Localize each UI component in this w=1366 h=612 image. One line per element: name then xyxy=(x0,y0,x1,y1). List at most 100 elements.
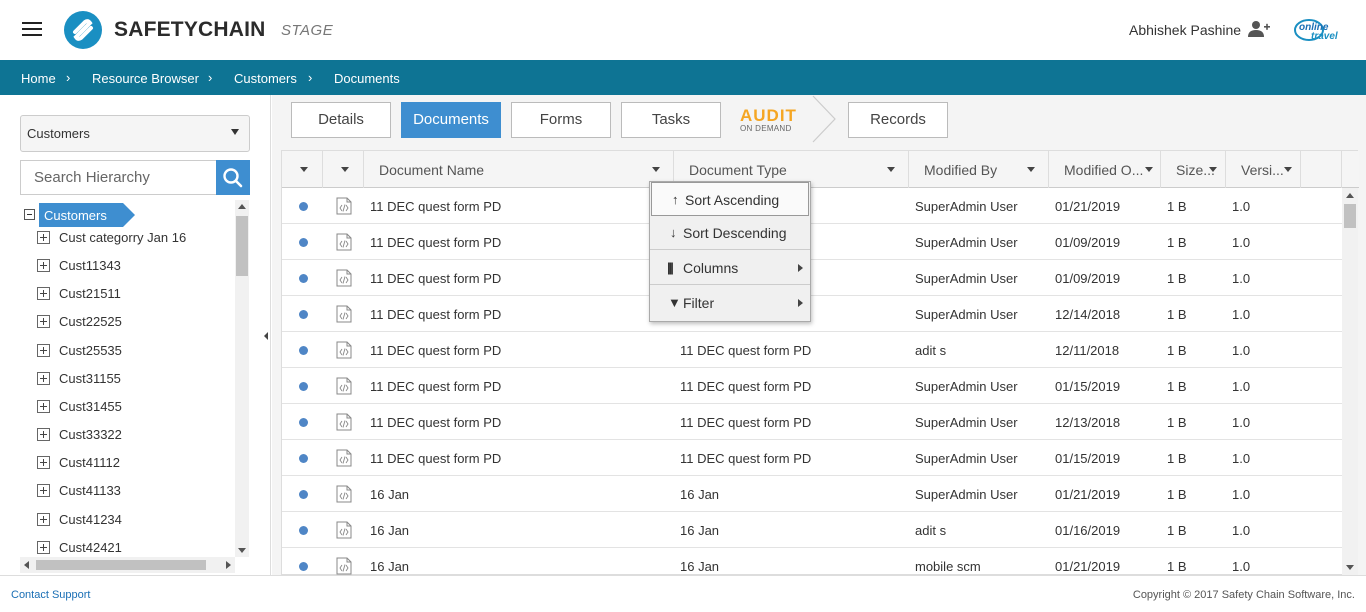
code-file-icon[interactable] xyxy=(336,341,352,359)
tab-details[interactable]: Details xyxy=(291,102,391,138)
code-file-icon[interactable] xyxy=(336,305,352,323)
scroll-down-icon[interactable] xyxy=(238,548,246,553)
scrollbar-thumb[interactable] xyxy=(36,560,206,570)
search-hierarchy-input[interactable]: Search Hierarchy xyxy=(20,160,216,195)
table-row[interactable]: 16 Jan 16 Jan SuperAdmin User 01/21/2019 1 B… xyxy=(282,476,1342,512)
expand-icon[interactable] xyxy=(37,400,50,413)
resource-type-dropdown[interactable]: Customers xyxy=(20,115,250,152)
caret-down-icon[interactable] xyxy=(341,167,349,172)
code-file-icon[interactable] xyxy=(336,197,352,215)
tree-horizontal-scrollbar[interactable] xyxy=(20,557,235,573)
code-file-icon[interactable] xyxy=(336,557,352,575)
code-file-icon[interactable] xyxy=(336,449,352,467)
column-header-version[interactable]: Versi... xyxy=(1226,151,1301,188)
expand-icon[interactable] xyxy=(37,287,50,300)
code-file-icon[interactable] xyxy=(336,377,352,395)
menu-item-sort-ascending[interactable]: ↑ Sort Ascending xyxy=(651,182,809,216)
grid-vertical-scrollbar[interactable] xyxy=(1342,188,1358,575)
cell-modified-by: mobile scm xyxy=(915,559,981,574)
expand-icon[interactable] xyxy=(37,372,50,385)
grid-header: Document Name Document Type Modified By … xyxy=(282,151,1359,188)
breadcrumb-home[interactable]: Home xyxy=(21,71,56,86)
scroll-down-icon[interactable] xyxy=(1346,565,1354,570)
tab-documents[interactable]: Documents xyxy=(401,102,501,138)
table-row[interactable]: 11 DEC quest form PD 11 DEC quest form PD… xyxy=(282,404,1342,440)
caret-down-icon[interactable] xyxy=(652,167,660,172)
scroll-right-icon[interactable] xyxy=(226,561,231,569)
caret-down-icon[interactable] xyxy=(887,167,895,172)
user-name[interactable]: Abhishek Pashine xyxy=(1129,22,1241,38)
table-row[interactable]: 11 DEC quest form PD SuperAdmin User 01/21… xyxy=(282,188,1342,224)
user-settings-icon[interactable] xyxy=(1248,20,1270,38)
status-dot-icon xyxy=(299,238,308,247)
table-row[interactable]: 11 DEC quest form PD 11 DEC quest form PD… xyxy=(282,368,1342,404)
code-file-icon[interactable] xyxy=(336,413,352,431)
expand-icon[interactable] xyxy=(37,231,50,244)
cell-version: 1.0 xyxy=(1232,379,1251,394)
expand-icon[interactable] xyxy=(37,428,50,441)
column-header-modified-on[interactable]: Modified O... xyxy=(1049,151,1161,188)
table-row[interactable]: 11 DEC quest form PD SuperAdmin User 01/09… xyxy=(282,224,1342,260)
scroll-up-icon[interactable] xyxy=(1346,193,1354,198)
menu-item-filter[interactable]: ▼ Filter xyxy=(650,286,810,320)
code-file-icon[interactable] xyxy=(336,233,352,251)
breadcrumb-resource-browser[interactable]: Resource Browser xyxy=(92,71,199,86)
expand-icon[interactable] xyxy=(37,344,50,357)
cell-modified-by: adit s xyxy=(915,523,947,538)
tree-item-label: Cust31455 xyxy=(59,399,122,414)
table-row[interactable]: 16 Jan 16 Jan adit s 01/16/2019 1 B 1.0 xyxy=(282,512,1342,548)
column-header-modified-by[interactable]: Modified By xyxy=(909,151,1049,188)
table-row[interactable]: 11 DEC quest form PD 11 DEC quest form PD… xyxy=(282,440,1342,476)
audit-sub-label: ON DEMAND xyxy=(740,124,792,133)
caret-down-icon[interactable] xyxy=(1027,167,1035,172)
hamburger-menu-icon[interactable] xyxy=(22,22,42,38)
tab-forms[interactable]: Forms xyxy=(511,102,611,138)
scroll-left-icon[interactable] xyxy=(24,561,29,569)
column-header-size[interactable]: Size... xyxy=(1161,151,1226,188)
column-menu-status[interactable] xyxy=(282,151,323,188)
cell-version: 1.0 xyxy=(1232,343,1251,358)
caret-down-icon[interactable] xyxy=(1284,167,1292,172)
column-label: Modified By xyxy=(924,162,998,178)
cell-modified-by: SuperAdmin User xyxy=(915,415,1018,430)
breadcrumb-documents[interactable]: Documents xyxy=(334,71,400,86)
tree-vertical-scrollbar[interactable] xyxy=(235,200,249,557)
tab-records[interactable]: Records xyxy=(848,102,948,138)
menu-item-columns[interactable]: ||| Columns xyxy=(650,251,810,285)
scroll-up-icon[interactable] xyxy=(238,204,246,209)
cell-size: 1 B xyxy=(1167,559,1187,574)
main-content: Details Documents Forms Tasks AUDIT ON D… xyxy=(272,95,1366,584)
expand-icon[interactable] xyxy=(37,315,50,328)
menu-item-sort-descending[interactable]: ↓ Sort Descending xyxy=(650,216,810,250)
expand-icon[interactable] xyxy=(37,259,50,272)
scrollbar-thumb[interactable] xyxy=(1344,204,1356,228)
caret-down-icon[interactable] xyxy=(300,167,308,172)
documents-grid: Document Name Document Type Modified By … xyxy=(281,150,1359,584)
expand-icon[interactable] xyxy=(37,513,50,526)
expand-icon[interactable] xyxy=(37,484,50,497)
breadcrumb-customers[interactable]: Customers xyxy=(234,71,297,86)
column-menu-icon[interactable] xyxy=(323,151,364,188)
contact-support-link[interactable]: Contact Support xyxy=(11,589,91,601)
expand-icon[interactable] xyxy=(37,456,50,469)
tab-audit-on-demand[interactable]: AUDIT ON DEMAND xyxy=(740,106,810,136)
tab-tasks[interactable]: Tasks xyxy=(621,102,721,138)
collapse-panel-icon[interactable] xyxy=(264,332,268,340)
code-file-icon[interactable] xyxy=(336,485,352,503)
tree-root-label[interactable]: Customers xyxy=(39,203,135,227)
search-button[interactable] xyxy=(216,160,250,195)
table-row[interactable]: 11 DEC quest form PD SuperAdmin User 12/14… xyxy=(282,296,1342,332)
scrollbar-thumb[interactable] xyxy=(236,216,248,276)
column-header-document-name[interactable]: Document Name xyxy=(364,151,674,188)
caret-down-icon[interactable] xyxy=(1145,167,1153,172)
expand-icon[interactable] xyxy=(37,541,50,554)
cell-document-name: 11 DEC quest form PD xyxy=(370,271,502,286)
code-file-icon[interactable] xyxy=(336,521,352,539)
caret-down-icon[interactable] xyxy=(1209,167,1217,172)
table-row[interactable]: 11 DEC quest form PD SuperAdmin User 01/09… xyxy=(282,260,1342,296)
code-file-icon[interactable] xyxy=(336,269,352,287)
collapse-icon[interactable] xyxy=(24,209,35,220)
status-dot-icon xyxy=(299,454,308,463)
table-row[interactable]: 11 DEC quest form PD 11 DEC quest form PD… xyxy=(282,332,1342,368)
cell-modified-by: SuperAdmin User xyxy=(915,271,1018,286)
